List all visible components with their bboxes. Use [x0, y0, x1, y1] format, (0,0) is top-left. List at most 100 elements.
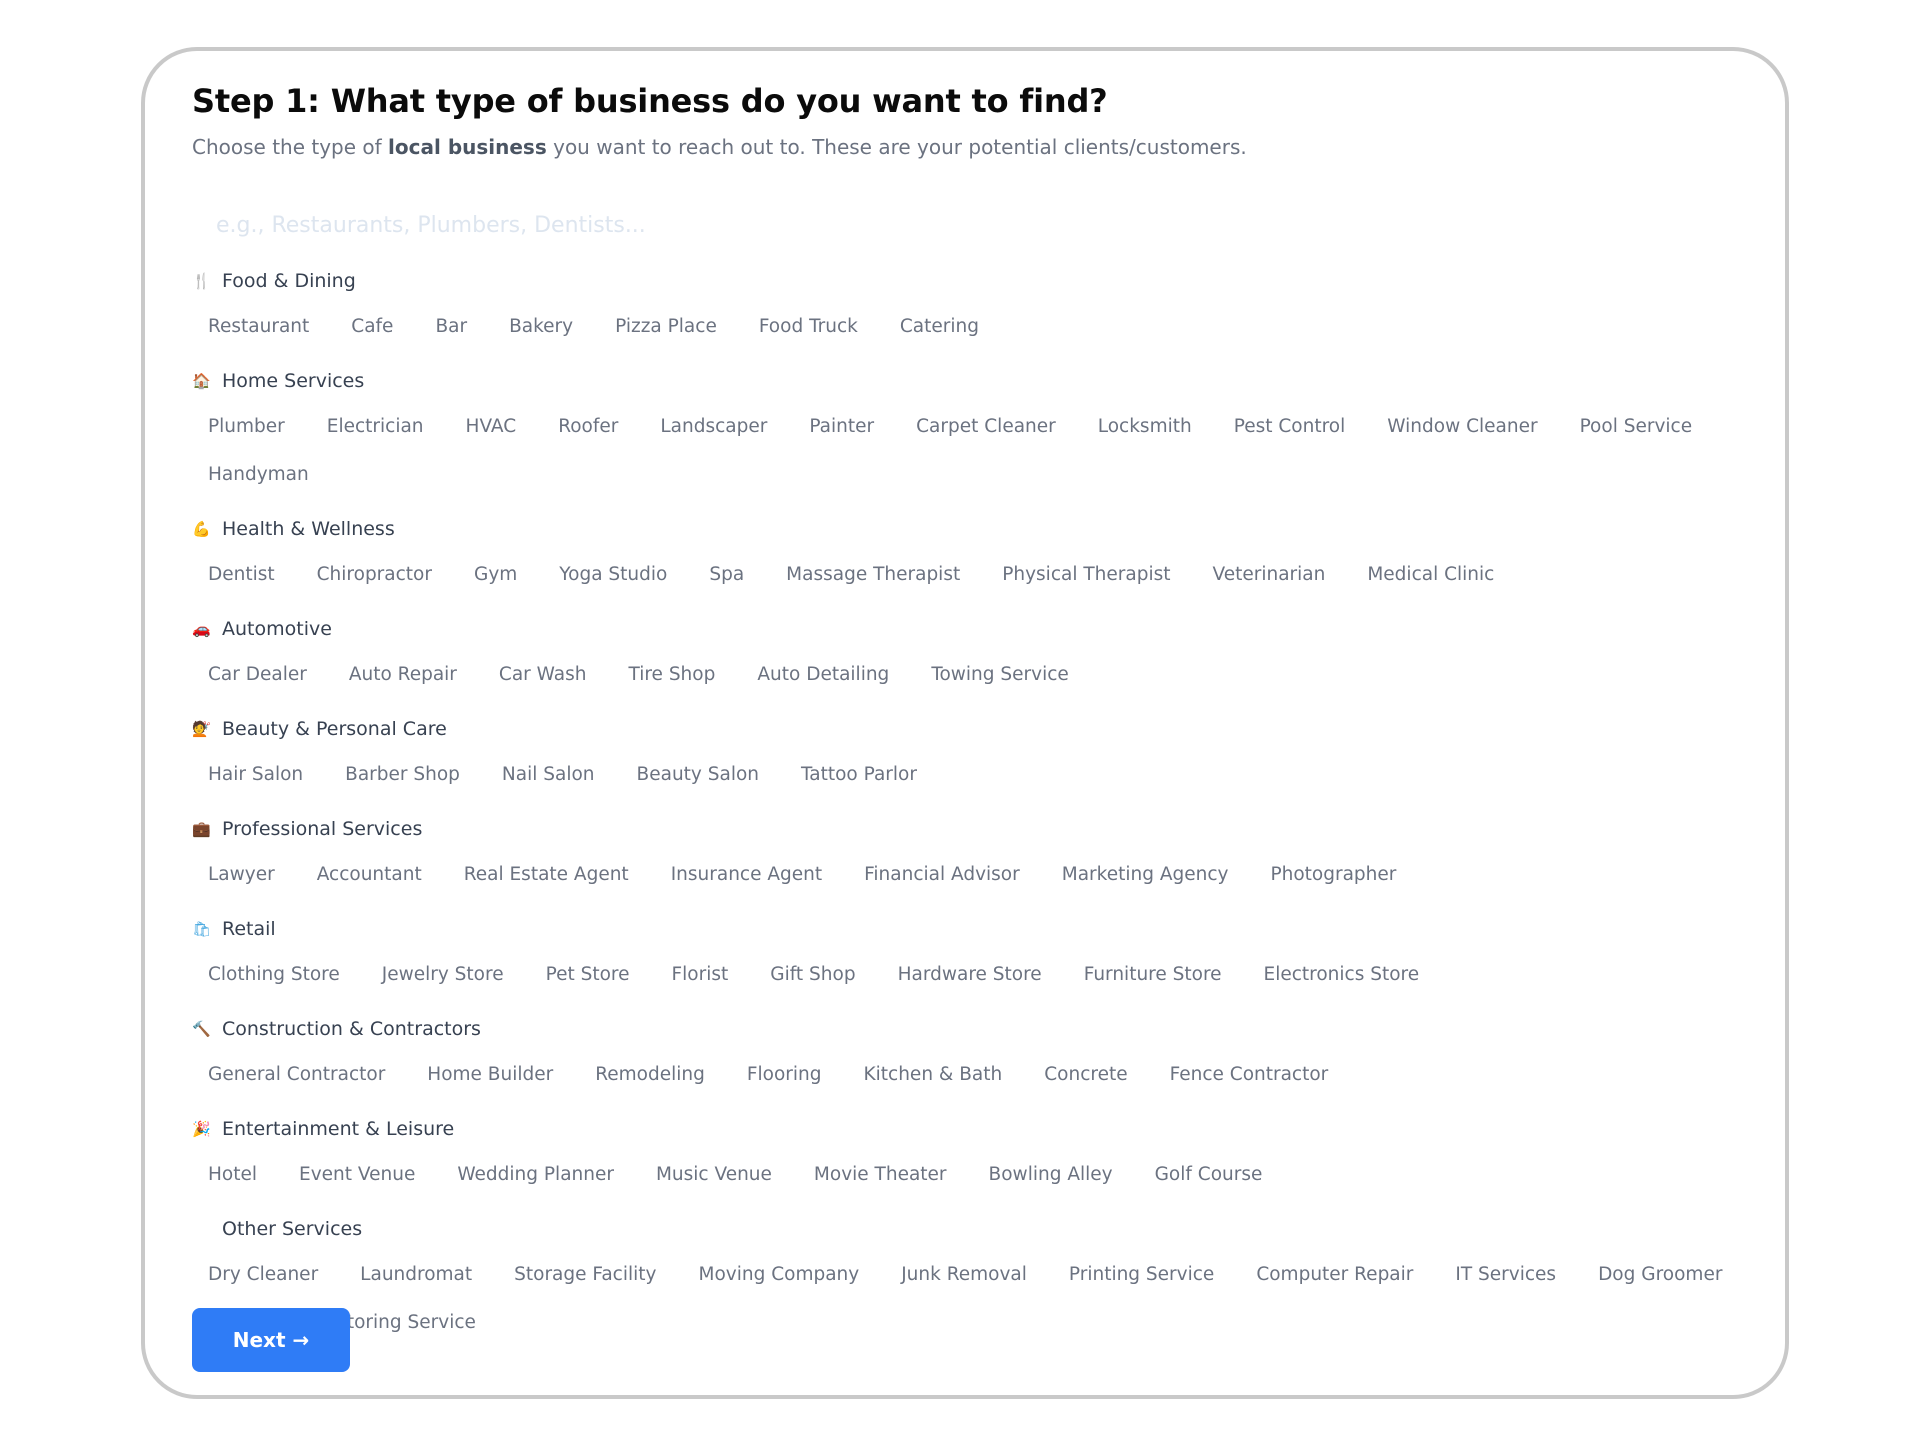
business-type-option[interactable]: Golf Course	[1155, 1151, 1263, 1199]
business-type-option[interactable]: Florist	[672, 951, 729, 999]
business-type-option[interactable]: Roofer	[558, 403, 618, 451]
business-type-option[interactable]: Jewelry Store	[382, 951, 504, 999]
business-type-option[interactable]: Tattoo Parlor	[801, 751, 917, 799]
business-type-options: Clothing Store Jewelry Store Pet Store Flor…	[192, 947, 1752, 1011]
business-type-option[interactable]: Fence Contractor	[1170, 1051, 1329, 1099]
business-type-option[interactable]: Clothing Store	[208, 951, 340, 999]
business-type-option[interactable]: Bowling Alley	[989, 1151, 1113, 1199]
category-automotive: 🚗 Automotive Car Dealer Auto Repair Car Wash…	[192, 611, 1752, 711]
business-type-option[interactable]: Junk Removal	[901, 1251, 1027, 1299]
business-type-option[interactable]: Pet Store	[546, 951, 630, 999]
business-type-option[interactable]: Auto Repair	[349, 651, 457, 699]
business-type-option[interactable]: Barber Shop	[345, 751, 460, 799]
party-popper-icon: 🎉	[192, 1119, 211, 1138]
category-header: 💼 Professional Services	[192, 811, 1752, 847]
business-type-option[interactable]: Marketing Agency	[1062, 851, 1229, 899]
business-type-option[interactable]: Bar	[435, 303, 467, 351]
business-type-option[interactable]: Furniture Store	[1084, 951, 1222, 999]
business-type-option[interactable]: Veterinarian	[1212, 551, 1325, 599]
blank-icon	[192, 1218, 222, 1240]
business-type-option[interactable]: Pool Service	[1580, 403, 1693, 451]
business-type-option[interactable]: IT Services	[1455, 1251, 1556, 1299]
business-type-option[interactable]: Bakery	[509, 303, 573, 351]
business-type-option[interactable]: Handyman	[208, 451, 309, 499]
business-type-option[interactable]: Remodeling	[595, 1051, 705, 1099]
business-type-option[interactable]: Real Estate Agent	[464, 851, 629, 899]
business-type-option[interactable]: Dentist	[208, 551, 275, 599]
business-type-option[interactable]: Hotel	[208, 1151, 257, 1199]
business-type-option[interactable]: Dog Groomer	[1598, 1251, 1722, 1299]
category-header: 🎉 Entertainment & Leisure	[192, 1111, 1752, 1147]
business-type-option[interactable]: Printing Service	[1069, 1251, 1214, 1299]
business-type-option[interactable]: Beauty Salon	[637, 751, 759, 799]
category-header: 🍴 Food & Dining	[192, 263, 1752, 299]
business-type-option[interactable]: Home Builder	[427, 1051, 553, 1099]
business-type-options: Lawyer Accountant Real Estate Agent Insuran…	[192, 847, 1752, 911]
business-type-option[interactable]: Event Venue	[299, 1151, 415, 1199]
business-type-option[interactable]: Laundromat	[360, 1251, 472, 1299]
business-type-option[interactable]: Painter	[809, 403, 874, 451]
business-type-options: Dry Cleaner Laundromat Storage Facility Mov…	[192, 1247, 1752, 1359]
business-type-option[interactable]: Tire Shop	[628, 651, 715, 699]
business-type-option[interactable]: Hair Salon	[208, 751, 303, 799]
business-type-option[interactable]: General Contractor	[208, 1051, 385, 1099]
business-type-option[interactable]: Restaurant	[208, 303, 309, 351]
business-type-option[interactable]: Concrete	[1044, 1051, 1127, 1099]
business-type-option[interactable]: Towing Service	[931, 651, 1068, 699]
business-type-option[interactable]: Pest Control	[1234, 403, 1346, 451]
business-type-option[interactable]: Medical Clinic	[1367, 551, 1494, 599]
business-type-option[interactable]: Food Truck	[759, 303, 858, 351]
business-type-option[interactable]: Electronics Store	[1264, 951, 1420, 999]
business-type-option[interactable]: Electrician	[327, 403, 424, 451]
business-type-option[interactable]: Dry Cleaner	[208, 1251, 318, 1299]
business-type-option[interactable]: Nail Salon	[502, 751, 595, 799]
business-type-option[interactable]: Photographer	[1270, 851, 1396, 899]
category-label: Other Services	[222, 1218, 363, 1240]
business-type-option[interactable]: Car Dealer	[208, 651, 307, 699]
business-type-option[interactable]: HVAC	[466, 403, 517, 451]
business-type-option[interactable]: Computer Repair	[1256, 1251, 1413, 1299]
business-type-option[interactable]: Carpet Cleaner	[916, 403, 1056, 451]
business-type-option[interactable]: Insurance Agent	[671, 851, 822, 899]
business-type-option[interactable]: Auto Detailing	[757, 651, 889, 699]
business-type-option[interactable]: Car Wash	[499, 651, 587, 699]
subtitle-emphasis: local business	[388, 135, 547, 159]
business-type-option[interactable]: Wedding Planner	[457, 1151, 614, 1199]
business-type-option[interactable]: Lawyer	[208, 851, 275, 899]
business-type-option[interactable]: Pizza Place	[615, 303, 717, 351]
business-type-option[interactable]: Flooring	[747, 1051, 822, 1099]
business-type-search-input[interactable]	[192, 205, 952, 245]
business-type-option[interactable]: Window Cleaner	[1387, 403, 1537, 451]
business-type-options: Plumber Electrician HVAC Roofer Landscaper Pa…	[192, 399, 1752, 511]
business-type-option[interactable]: Moving Company	[698, 1251, 859, 1299]
business-type-option[interactable]: Music Venue	[656, 1151, 772, 1199]
next-button[interactable]: Next →	[192, 1308, 350, 1372]
business-type-option[interactable]: Cafe	[351, 303, 393, 351]
category-health-wellness: 💪 Health & Wellness Dentist Chiropractor Gym…	[192, 511, 1752, 611]
business-type-option[interactable]: Massage Therapist	[786, 551, 960, 599]
business-type-option[interactable]: Plumber	[208, 403, 285, 451]
business-type-option[interactable]: Movie Theater	[814, 1151, 947, 1199]
business-type-option[interactable]: Yoga Studio	[559, 551, 667, 599]
category-professional-services: 💼 Professional Services Lawyer Accountant Re…	[192, 811, 1752, 911]
business-type-option[interactable]: Locksmith	[1098, 403, 1192, 451]
business-type-option[interactable]: Catering	[900, 303, 979, 351]
business-type-option[interactable]: Gym	[474, 551, 517, 599]
haircut-icon: 💇	[192, 719, 211, 738]
page-subtitle: Choose the type of local business you wa…	[192, 131, 1752, 163]
subtitle-text-end: you want to reach out to. These are your…	[546, 135, 1247, 159]
business-type-option[interactable]: Landscaper	[660, 403, 767, 451]
category-label: Health & Wellness	[222, 518, 395, 540]
business-type-option[interactable]: Physical Therapist	[1002, 551, 1170, 599]
category-label: Retail	[222, 918, 276, 940]
business-type-option[interactable]: Kitchen & Bath	[864, 1051, 1003, 1099]
business-type-option[interactable]: Storage Facility	[514, 1251, 656, 1299]
business-type-option[interactable]: Chiropractor	[317, 551, 432, 599]
business-type-option[interactable]: Hardware Store	[898, 951, 1042, 999]
business-type-option[interactable]: Financial Advisor	[864, 851, 1020, 899]
business-type-option[interactable]: Gift Shop	[770, 951, 855, 999]
car-icon: 🚗	[192, 619, 211, 638]
business-type-option[interactable]: Spa	[709, 551, 744, 599]
business-type-options: General Contractor Home Builder Remodeling…	[192, 1047, 1752, 1111]
business-type-option[interactable]: Accountant	[317, 851, 422, 899]
